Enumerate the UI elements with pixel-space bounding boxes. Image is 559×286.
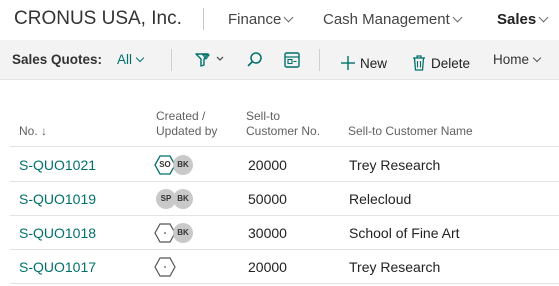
row-divider [10, 215, 559, 216]
column-header-sellto-line1: Sell-to [246, 109, 281, 123]
updated-by-badge: BK [173, 189, 193, 209]
search-button[interactable] [245, 50, 265, 70]
created-updated-badges: SP BK [154, 188, 200, 210]
delete-button-label: Delete [431, 56, 471, 71]
chevron-down-icon [538, 12, 549, 23]
edit-list-icon [284, 52, 300, 68]
chevron-down-icon [452, 12, 463, 23]
nav-sales[interactable]: Sales [497, 11, 549, 28]
chevron-down-icon [283, 12, 294, 23]
company-name[interactable]: CRONUS USA, Inc. [14, 8, 182, 30]
divider [319, 49, 320, 71]
customer-name: Relecloud [349, 191, 412, 207]
view-selector[interactable]: All [117, 52, 145, 67]
row-divider [10, 181, 559, 182]
customer-name: Trey Research [349, 259, 441, 275]
header-divider [10, 146, 559, 147]
trash-icon [413, 55, 425, 71]
chevron-down-icon [135, 53, 145, 63]
row-divider [10, 249, 559, 250]
updated-by-badge: BK [173, 155, 193, 175]
customer-no: 30000 [248, 225, 287, 241]
edit-list-button[interactable] [282, 50, 302, 70]
customer-name: School of Fine Art [349, 225, 460, 241]
new-button-label: New [360, 56, 388, 71]
top-bar: CRONUS USA, Inc. Finance Cash Management… [0, 0, 559, 40]
divider [203, 8, 204, 30]
filter-icon [195, 53, 224, 67]
view-selector-label: All [117, 52, 133, 67]
new-button[interactable]: New [340, 52, 387, 71]
nav-cash-management-label: Cash Management [323, 11, 450, 28]
chevron-down-icon [532, 53, 542, 63]
customer-name: Trey Research [349, 157, 441, 173]
delete-button[interactable]: Delete [412, 52, 470, 71]
column-header-created[interactable]: Created / Updated by [156, 109, 217, 139]
nav-sales-label: Sales [497, 11, 537, 28]
nav-cash-management[interactable]: Cash Management [323, 11, 463, 28]
quote-number-link[interactable]: S-QUO1017 [19, 259, 96, 275]
customer-no: 20000 [248, 259, 287, 275]
quote-number-link[interactable]: S-QUO1018 [19, 225, 96, 241]
quote-number-link[interactable]: S-QUO1021 [19, 157, 96, 173]
column-header-sellto-line2: Customer No. [246, 124, 321, 138]
page-caption: Sales Quotes: [12, 52, 103, 67]
action-bar: Sales Quotes: All New Delete Home [0, 40, 559, 80]
divider [171, 49, 172, 71]
nav-finance-label: Finance [228, 11, 282, 28]
nav-finance[interactable]: Finance [228, 11, 294, 28]
customer-no: 50000 [248, 191, 287, 207]
updated-by-badge: BK [173, 223, 193, 243]
search-icon [247, 52, 262, 67]
column-header-created-line1: Created / [156, 109, 206, 123]
plus-icon [341, 56, 355, 70]
created-updated-badges: - [154, 256, 200, 278]
created-updated-badges: SO BK [154, 154, 200, 176]
home-menu[interactable]: Home [493, 52, 542, 67]
column-header-no-label: No. [19, 124, 38, 138]
created-by-badge: - [154, 256, 176, 278]
column-header-sellto-no[interactable]: Sell-to Customer No. [246, 109, 320, 139]
row-divider [10, 283, 559, 284]
filter-button[interactable] [193, 50, 227, 70]
created-by-initials: - [163, 262, 167, 271]
column-header-no[interactable]: No. ↓ [19, 124, 47, 139]
home-menu-label: Home [493, 52, 530, 67]
customer-no: 20000 [248, 157, 287, 173]
column-header-customer-name[interactable]: Sell-to Customer Name [348, 124, 473, 139]
quote-number-link[interactable]: S-QUO1019 [19, 191, 96, 207]
created-updated-badges: - BK [154, 222, 200, 244]
sort-down-arrow-icon: ↓ [41, 124, 48, 138]
column-header-created-line2: Updated by [156, 124, 218, 138]
